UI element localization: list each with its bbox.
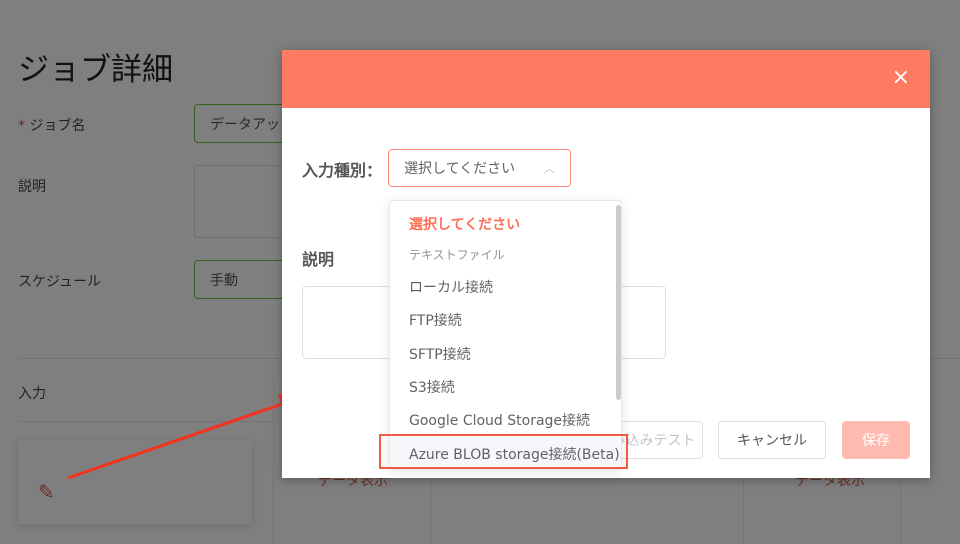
option-s3[interactable]: S3接続 [390,370,621,403]
modal-header: × [282,50,930,108]
modal-description-label: 説明 [302,250,335,269]
dropdown-scrollbar[interactable] [616,205,621,400]
input-type-dropdown: 選択してください テキストファイル ローカル接続 FTP接続 SFTP接続 S3… [389,200,622,470]
chevron-up-icon: ︿ [544,162,555,175]
highlight-box [379,434,628,469]
option-sftp[interactable]: SFTP接続 [390,337,621,370]
option-placeholder[interactable]: 選択してください [390,207,621,240]
cancel-button[interactable]: キャンセル [718,421,826,459]
save-button[interactable]: 保存 [842,421,910,459]
option-group-text-file: テキストファイル [409,248,505,262]
input-type-label: 入力種別： [302,161,383,180]
option-local[interactable]: ローカル接続 [390,270,621,303]
close-icon[interactable]: × [892,65,910,90]
option-gcs[interactable]: Google Cloud Storage接続 [390,403,621,436]
input-type-select[interactable]: 選択してください ︿ [388,149,571,187]
option-ftp[interactable]: FTP接続 [390,303,621,336]
